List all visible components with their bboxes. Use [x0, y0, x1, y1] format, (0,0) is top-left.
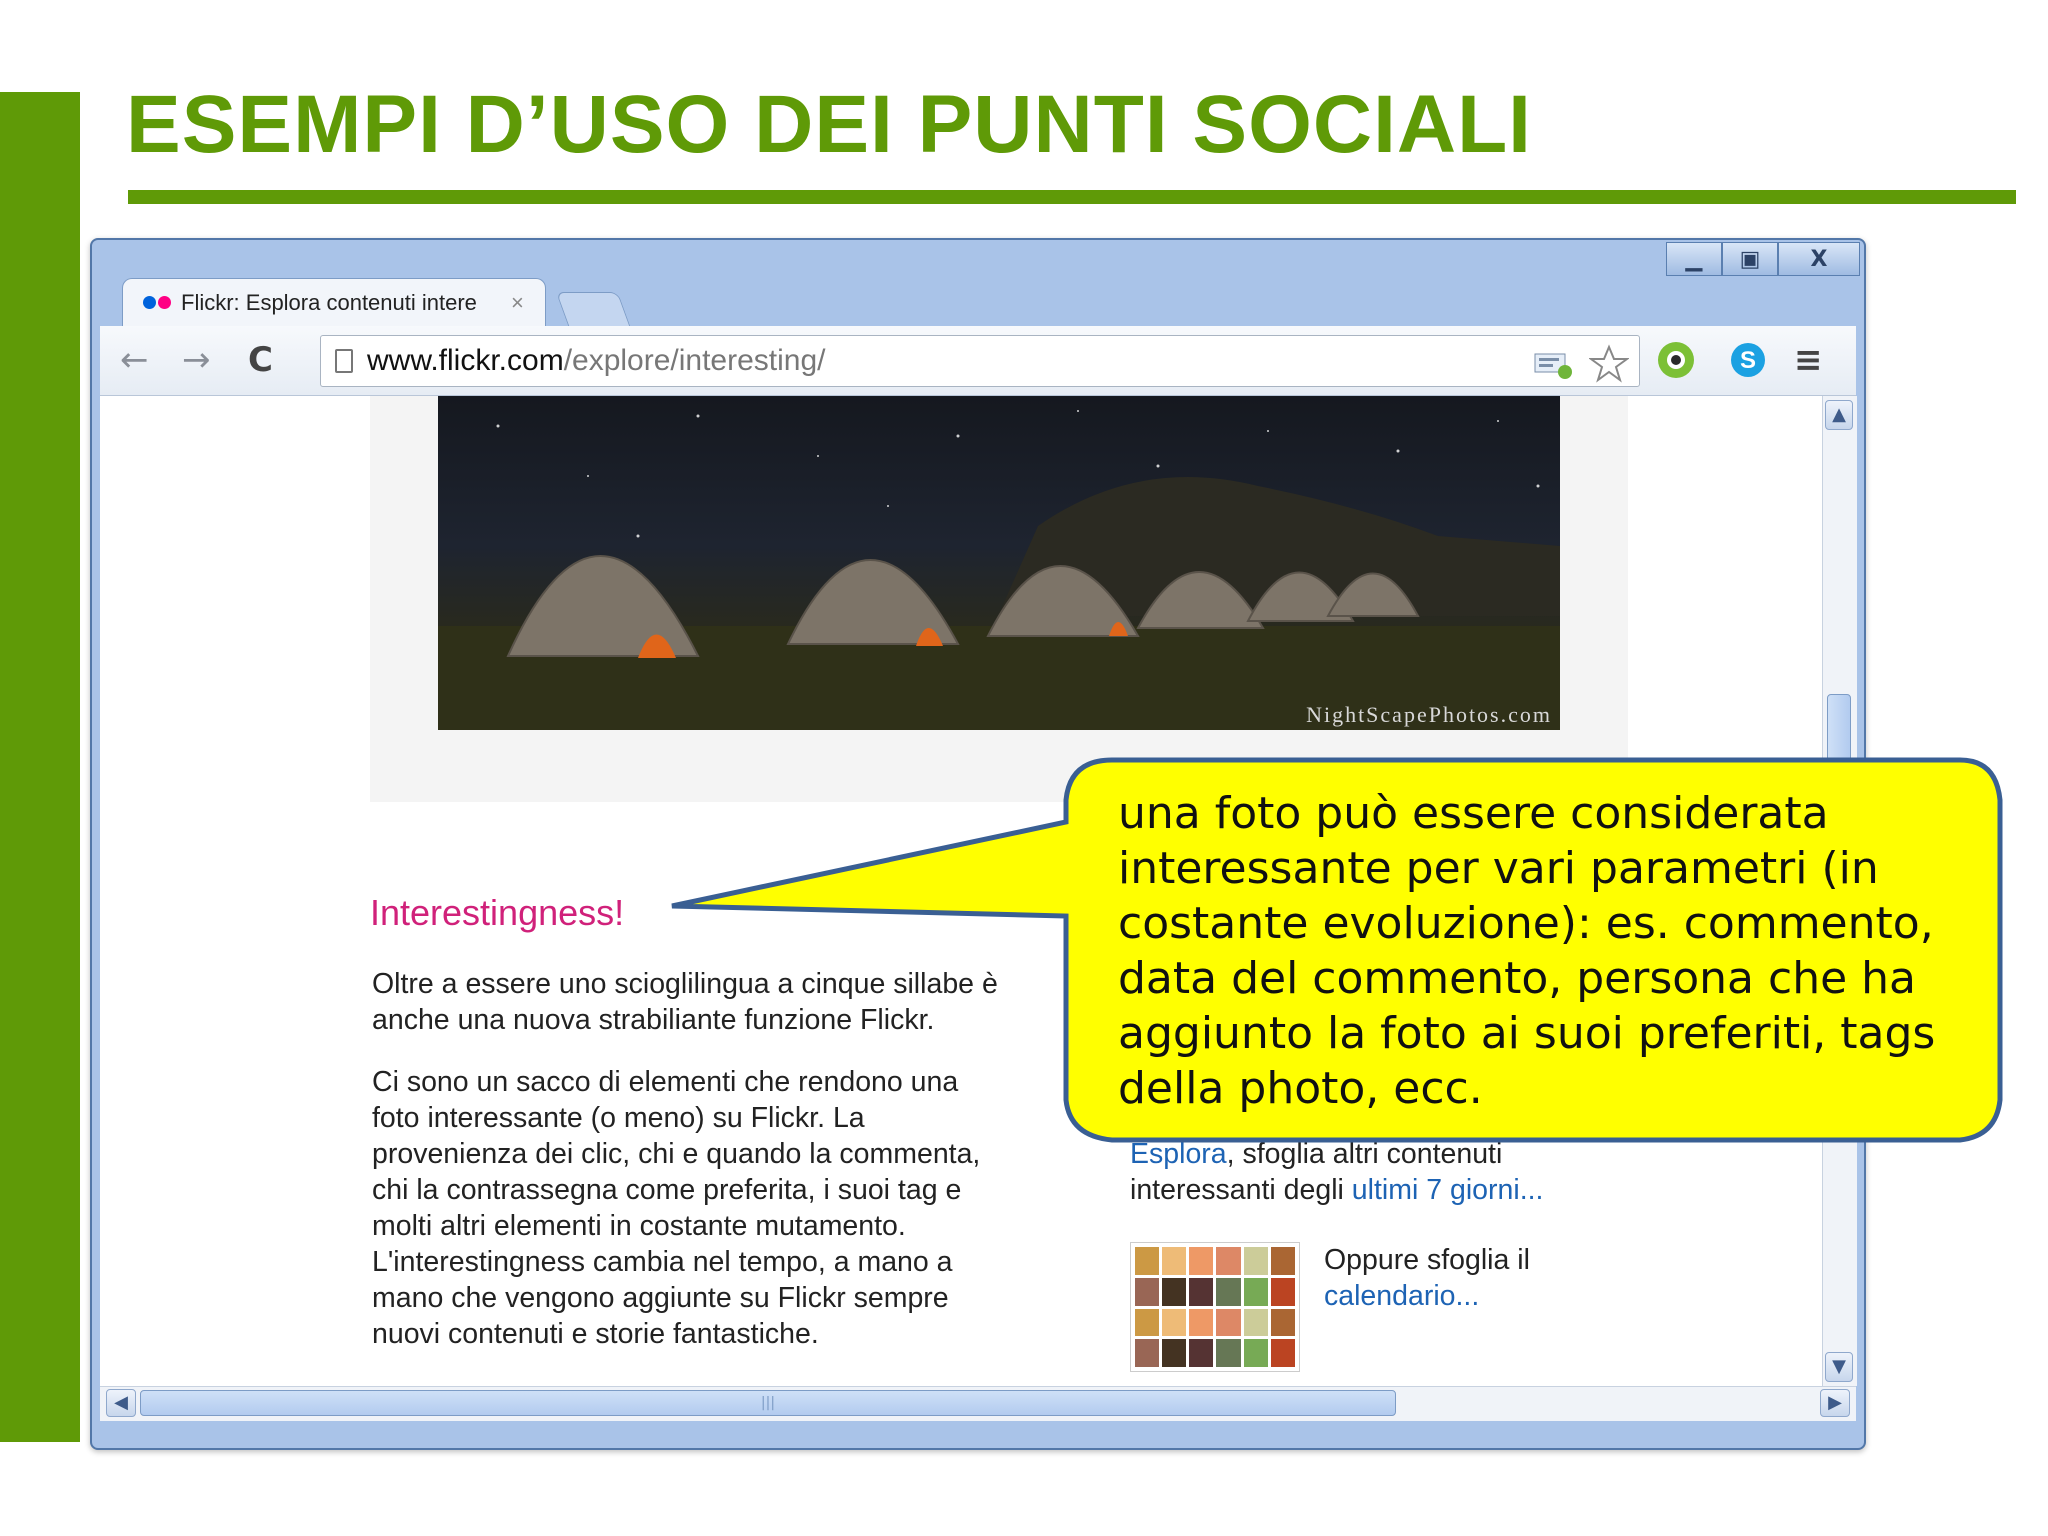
- url-host: www.flickr.com: [367, 344, 564, 377]
- address-bar[interactable]: www.flickr.com/explore/interesting/: [320, 335, 1640, 387]
- back-arrow-icon[interactable]: ←: [120, 340, 149, 380]
- calendar-tile: [1216, 1247, 1241, 1275]
- tab-close-icon[interactable]: ×: [511, 290, 524, 316]
- calendar-tile: [1216, 1308, 1241, 1337]
- calendar-tile: [1135, 1247, 1160, 1275]
- calendar-tile: [1162, 1308, 1187, 1337]
- skype-icon[interactable]: S: [1728, 340, 1768, 380]
- calendar-tile: [1189, 1308, 1214, 1337]
- calendar-tile: [1243, 1247, 1268, 1275]
- calendar-tile: [1270, 1247, 1295, 1275]
- maximize-button[interactable]: ▣: [1722, 242, 1778, 276]
- reload-icon[interactable]: C: [248, 340, 273, 380]
- translate-icon[interactable]: [1533, 348, 1575, 380]
- calendar-tile: [1135, 1308, 1160, 1337]
- callout-text: una foto può essere considerata interess…: [1118, 788, 1936, 1114]
- minimize-button[interactable]: ▁: [1666, 242, 1722, 276]
- calendar-tile: [1135, 1277, 1160, 1306]
- calendar-block: Oppure sfoglia il calendario...: [1324, 1242, 1530, 1314]
- calendar-tile: [1162, 1247, 1187, 1275]
- featured-photo[interactable]: NightScapePhotos.com: [438, 396, 1560, 730]
- calendar-tile: [1162, 1277, 1187, 1306]
- forward-arrow-icon[interactable]: →: [182, 340, 211, 380]
- calendar-tile: [1189, 1247, 1214, 1275]
- svg-text:S: S: [1740, 347, 1756, 374]
- horizontal-scrollbar[interactable]: ◀ ||| ▶: [100, 1386, 1856, 1421]
- title-underline: [128, 190, 2016, 204]
- calendar-tile: [1270, 1339, 1295, 1367]
- recent-prefix: interessanti degli: [1130, 1174, 1352, 1206]
- calendar-tile: [1243, 1308, 1268, 1337]
- calendar-thumbnail[interactable]: [1130, 1242, 1300, 1372]
- calendar-tile: [1189, 1277, 1214, 1306]
- calendar-tile: [1135, 1339, 1160, 1367]
- calendar-tile: [1216, 1277, 1241, 1306]
- calendar-tile: [1162, 1339, 1187, 1367]
- flickr-favicon-icon: [158, 296, 171, 309]
- horizontal-scroll-thumb[interactable]: |||: [140, 1390, 1396, 1416]
- calendar-tile: [1270, 1277, 1295, 1306]
- extension-refresh-icon[interactable]: [1654, 338, 1698, 382]
- new-tab-button[interactable]: [555, 292, 631, 326]
- bookmark-star-icon[interactable]: [1589, 344, 1629, 384]
- intro-paragraph: Oltre a essere uno scioglilingua a cinqu…: [372, 968, 998, 1036]
- explore-link[interactable]: Esplora: [1130, 1138, 1227, 1170]
- tab-title: Flickr: Esplora contenuti intere: [181, 289, 477, 315]
- url-path: /explore/interesting/: [563, 344, 826, 377]
- flickr-favicon-icon: [143, 296, 156, 309]
- explore-links: Esplora, sfoglia altri contenuti interes…: [1130, 1136, 1543, 1208]
- calendar-tile: [1189, 1339, 1214, 1367]
- window-controls: ▁ ▣ X: [1666, 242, 1860, 276]
- calendar-tile: [1243, 1339, 1268, 1367]
- explore-text: , sfoglia altri contenuti: [1226, 1138, 1503, 1170]
- slide-title: ESEMPI D’USO DEI PUNTI SOCIALI: [126, 79, 1532, 170]
- browser-toolbar: ← → C www.flickr.com/explore/interesting…: [100, 326, 1856, 396]
- slide-accent-bar: [0, 92, 80, 1442]
- calendar-link[interactable]: calendario...: [1324, 1280, 1479, 1312]
- close-window-button[interactable]: X: [1778, 242, 1860, 276]
- charcoal-kilns-photo: [438, 410, 1560, 730]
- photo-credit: NightScapePhotos.com: [1306, 702, 1552, 727]
- scroll-down-icon[interactable]: ▼: [1825, 1352, 1853, 1382]
- last-7-days-link[interactable]: ultimi 7 giorni...: [1352, 1174, 1544, 1206]
- scroll-right-icon[interactable]: ▶: [1820, 1389, 1850, 1417]
- interestingness-heading: Interestingness!: [370, 892, 625, 933]
- menu-icon[interactable]: ≡: [1794, 340, 1823, 380]
- browser-tab[interactable]: Flickr: Esplora contenuti intere ×: [122, 278, 546, 326]
- scroll-left-icon[interactable]: ◀: [106, 1389, 136, 1417]
- scroll-up-icon[interactable]: ▲: [1825, 400, 1853, 430]
- page-icon: [335, 349, 353, 373]
- explanation-paragraph: Ci sono un sacco di elementi che rendono…: [372, 1066, 981, 1350]
- calendar-tile: [1216, 1339, 1241, 1367]
- calendar-text: Oppure sfoglia il: [1324, 1244, 1530, 1276]
- calendar-tile: [1270, 1308, 1295, 1337]
- address-bar-icons: [1533, 344, 1629, 384]
- calendar-tile: [1243, 1277, 1268, 1306]
